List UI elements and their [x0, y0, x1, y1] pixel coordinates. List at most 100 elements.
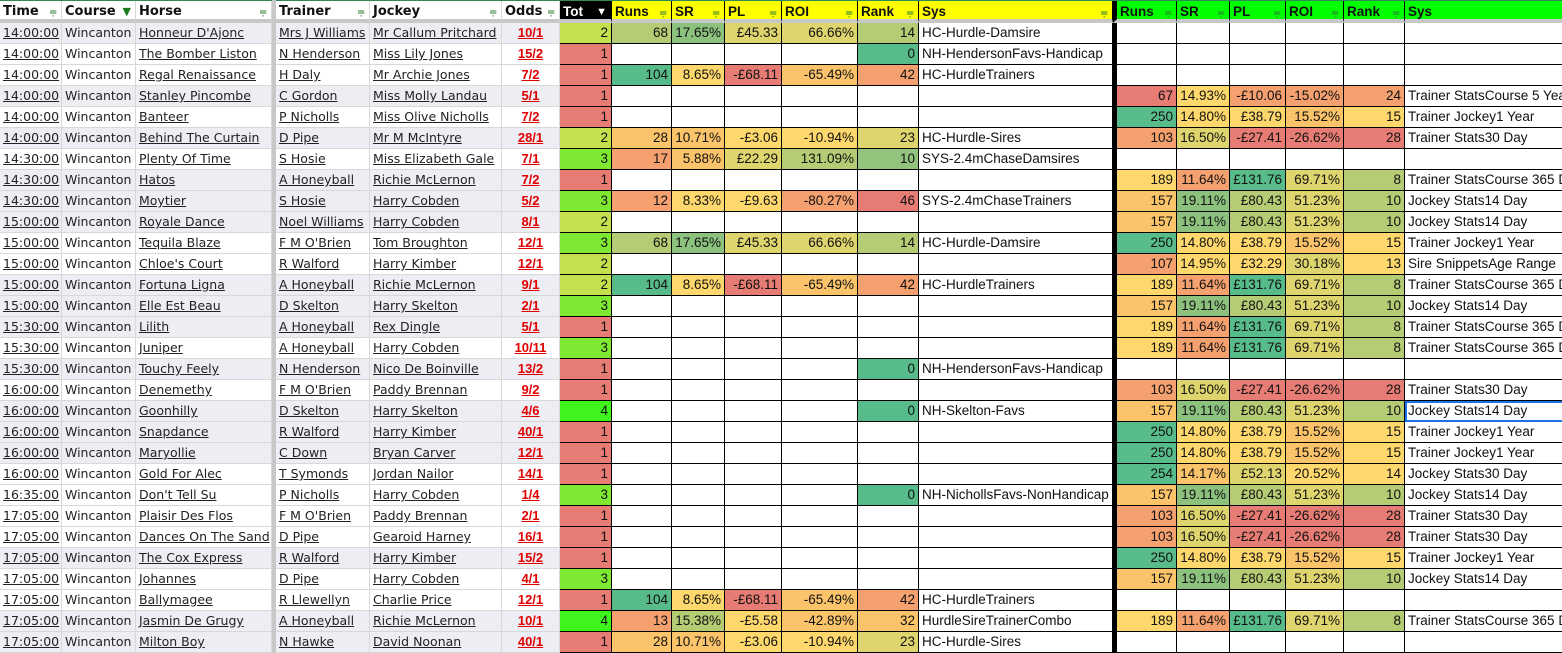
cell-g2-roi[interactable]: 69.71% — [1286, 317, 1344, 338]
cell-g2-runs[interactable]: 254 — [1113, 464, 1177, 485]
cell-trainer[interactable]: H Daly — [276, 65, 370, 86]
cell-time[interactable]: 16:00:00 — [0, 401, 62, 422]
cell-g2-sys[interactable]: Jockey Stats14 Day — [1405, 296, 1562, 317]
cell-g2-pl[interactable]: -£27.41 — [1230, 506, 1286, 527]
cell-g1-rank[interactable]: 42 — [858, 65, 919, 86]
cell-tot[interactable]: 3 — [560, 296, 612, 317]
cell-g2-sr[interactable]: 16.50% — [1177, 527, 1230, 548]
cell-time[interactable]: 15:00:00 — [0, 254, 62, 275]
cell-time[interactable]: 15:00:00 — [0, 233, 62, 254]
cell-g2-rank[interactable]: 8 — [1344, 275, 1405, 296]
cell-g2-runs[interactable]: 103 — [1113, 128, 1177, 149]
cell-g2-roi[interactable]: 30.18% — [1286, 254, 1344, 275]
column-header-trainer[interactable]: Trainer ⩦ — [276, 1, 370, 23]
cell-tot[interactable]: 2 — [560, 254, 612, 275]
cell-g1-rank[interactable]: 10 — [858, 149, 919, 170]
cell-time[interactable]: 16:00:00 — [0, 443, 62, 464]
cell-g2-pl[interactable]: £38.79 — [1230, 233, 1286, 254]
cell-g2-pl[interactable]: £131.76 — [1230, 611, 1286, 632]
cell-horse[interactable]: Fortuna Ligna — [136, 275, 272, 296]
cell-g1-pl[interactable] — [725, 569, 782, 590]
cell-g2-pl[interactable] — [1230, 590, 1286, 611]
cell-g1-sys[interactable] — [919, 380, 1113, 401]
cell-g1-rank[interactable]: 0 — [858, 485, 919, 506]
cell-g2-roi[interactable] — [1286, 149, 1344, 170]
cell-g2-sys[interactable]: Trainer Jockey1 Year — [1405, 107, 1562, 128]
cell-horse[interactable]: Honneur D'Ajonc — [136, 23, 272, 44]
cell-tot[interactable]: 3 — [560, 485, 612, 506]
cell-trainer[interactable]: D Skelton — [276, 401, 370, 422]
cell-odds[interactable]: 2/1 — [502, 296, 560, 317]
cell-g2-runs[interactable]: 250 — [1113, 107, 1177, 128]
cell-g2-runs[interactable] — [1113, 590, 1177, 611]
column-header-jockey[interactable]: Jockey ⩦ — [370, 1, 502, 23]
cell-g1-sr[interactable]: 8.65% — [672, 590, 725, 611]
cell-tot[interactable]: 1 — [560, 422, 612, 443]
cell-g1-sys[interactable] — [919, 527, 1113, 548]
cell-g2-sr[interactable]: 16.50% — [1177, 506, 1230, 527]
cell-time[interactable]: 17:05:00 — [0, 506, 62, 527]
cell-g1-rank[interactable] — [858, 422, 919, 443]
cell-time[interactable]: 14:30:00 — [0, 149, 62, 170]
column-header-g1-pl[interactable]: PL ⩦ — [725, 1, 782, 23]
cell-g2-rank[interactable]: 28 — [1344, 506, 1405, 527]
filter-icon[interactable]: ⩦ — [1217, 1, 1225, 19]
cell-horse[interactable]: Dances On The Sand — [136, 527, 272, 548]
cell-g1-sr[interactable] — [672, 170, 725, 191]
cell-g2-roi[interactable] — [1286, 44, 1344, 65]
cell-horse[interactable]: Gold For Alec — [136, 464, 272, 485]
filter-icon[interactable]: ⩦ — [845, 1, 853, 19]
cell-time[interactable]: 14:00:00 — [0, 107, 62, 128]
cell-g1-sr[interactable] — [672, 569, 725, 590]
cell-g1-pl[interactable] — [725, 359, 782, 380]
cell-g2-pl[interactable]: £38.79 — [1230, 443, 1286, 464]
cell-g1-pl[interactable] — [725, 170, 782, 191]
cell-g2-sys[interactable]: Trainer StatsCourse 5 Year — [1405, 86, 1562, 107]
cell-g2-sys[interactable] — [1405, 590, 1562, 611]
cell-horse[interactable]: Johannes — [136, 569, 272, 590]
cell-jockey[interactable]: Rex Dingle — [370, 317, 502, 338]
cell-jockey[interactable]: Gearoid Harney — [370, 527, 502, 548]
filter-icon[interactable]: ⩦ — [1273, 1, 1281, 19]
cell-g2-pl[interactable]: £80.43 — [1230, 569, 1286, 590]
cell-g2-pl[interactable]: £80.43 — [1230, 401, 1286, 422]
cell-g1-sys[interactable] — [919, 464, 1113, 485]
cell-g1-roi[interactable]: 66.66% — [782, 233, 858, 254]
cell-g2-roi[interactable]: -26.62% — [1286, 527, 1344, 548]
cell-g2-runs[interactable]: 103 — [1113, 380, 1177, 401]
cell-tot[interactable]: 2 — [560, 212, 612, 233]
cell-g1-runs[interactable] — [612, 296, 672, 317]
cell-g1-sr[interactable] — [672, 296, 725, 317]
cell-trainer[interactable]: Mrs J Williams — [276, 23, 370, 44]
cell-g2-rank[interactable]: 24 — [1344, 86, 1405, 107]
column-header-time[interactable]: Time ⩦ — [0, 1, 62, 23]
cell-odds[interactable]: 9/1 — [502, 275, 560, 296]
filter-icon[interactable]: ⩦ — [547, 1, 555, 19]
cell-g2-sr[interactable] — [1177, 359, 1230, 380]
cell-g2-roi[interactable]: -26.62% — [1286, 506, 1344, 527]
cell-g1-sr[interactable] — [672, 317, 725, 338]
cell-g1-roi[interactable]: -65.49% — [782, 590, 858, 611]
cell-g2-pl[interactable]: £80.43 — [1230, 212, 1286, 233]
cell-g1-roi[interactable]: 66.66% — [782, 23, 858, 44]
cell-trainer[interactable]: F M O'Brien — [276, 380, 370, 401]
cell-jockey[interactable]: Richie McLernon — [370, 275, 502, 296]
cell-g1-sys[interactable]: HC-Hurdle-Sires — [919, 128, 1113, 149]
cell-g1-roi[interactable]: -65.49% — [782, 275, 858, 296]
cell-time[interactable]: 16:00:00 — [0, 464, 62, 485]
cell-tot[interactable]: 1 — [560, 317, 612, 338]
cell-g1-rank[interactable] — [858, 254, 919, 275]
cell-g1-sr[interactable] — [672, 254, 725, 275]
cell-g2-rank[interactable]: 10 — [1344, 569, 1405, 590]
cell-g2-sys[interactable]: Trainer StatsCourse 365 Day — [1405, 317, 1562, 338]
cell-tot[interactable]: 1 — [560, 170, 612, 191]
cell-g1-pl[interactable]: £22.29 — [725, 149, 782, 170]
cell-g2-runs[interactable] — [1113, 44, 1177, 65]
cell-g1-runs[interactable] — [612, 317, 672, 338]
cell-g1-pl[interactable] — [725, 485, 782, 506]
cell-trainer[interactable]: C Gordon — [276, 86, 370, 107]
cell-trainer[interactable]: F M O'Brien — [276, 506, 370, 527]
cell-jockey[interactable]: Harry Cobden — [370, 212, 502, 233]
cell-g2-runs[interactable]: 107 — [1113, 254, 1177, 275]
cell-g1-roi[interactable] — [782, 254, 858, 275]
